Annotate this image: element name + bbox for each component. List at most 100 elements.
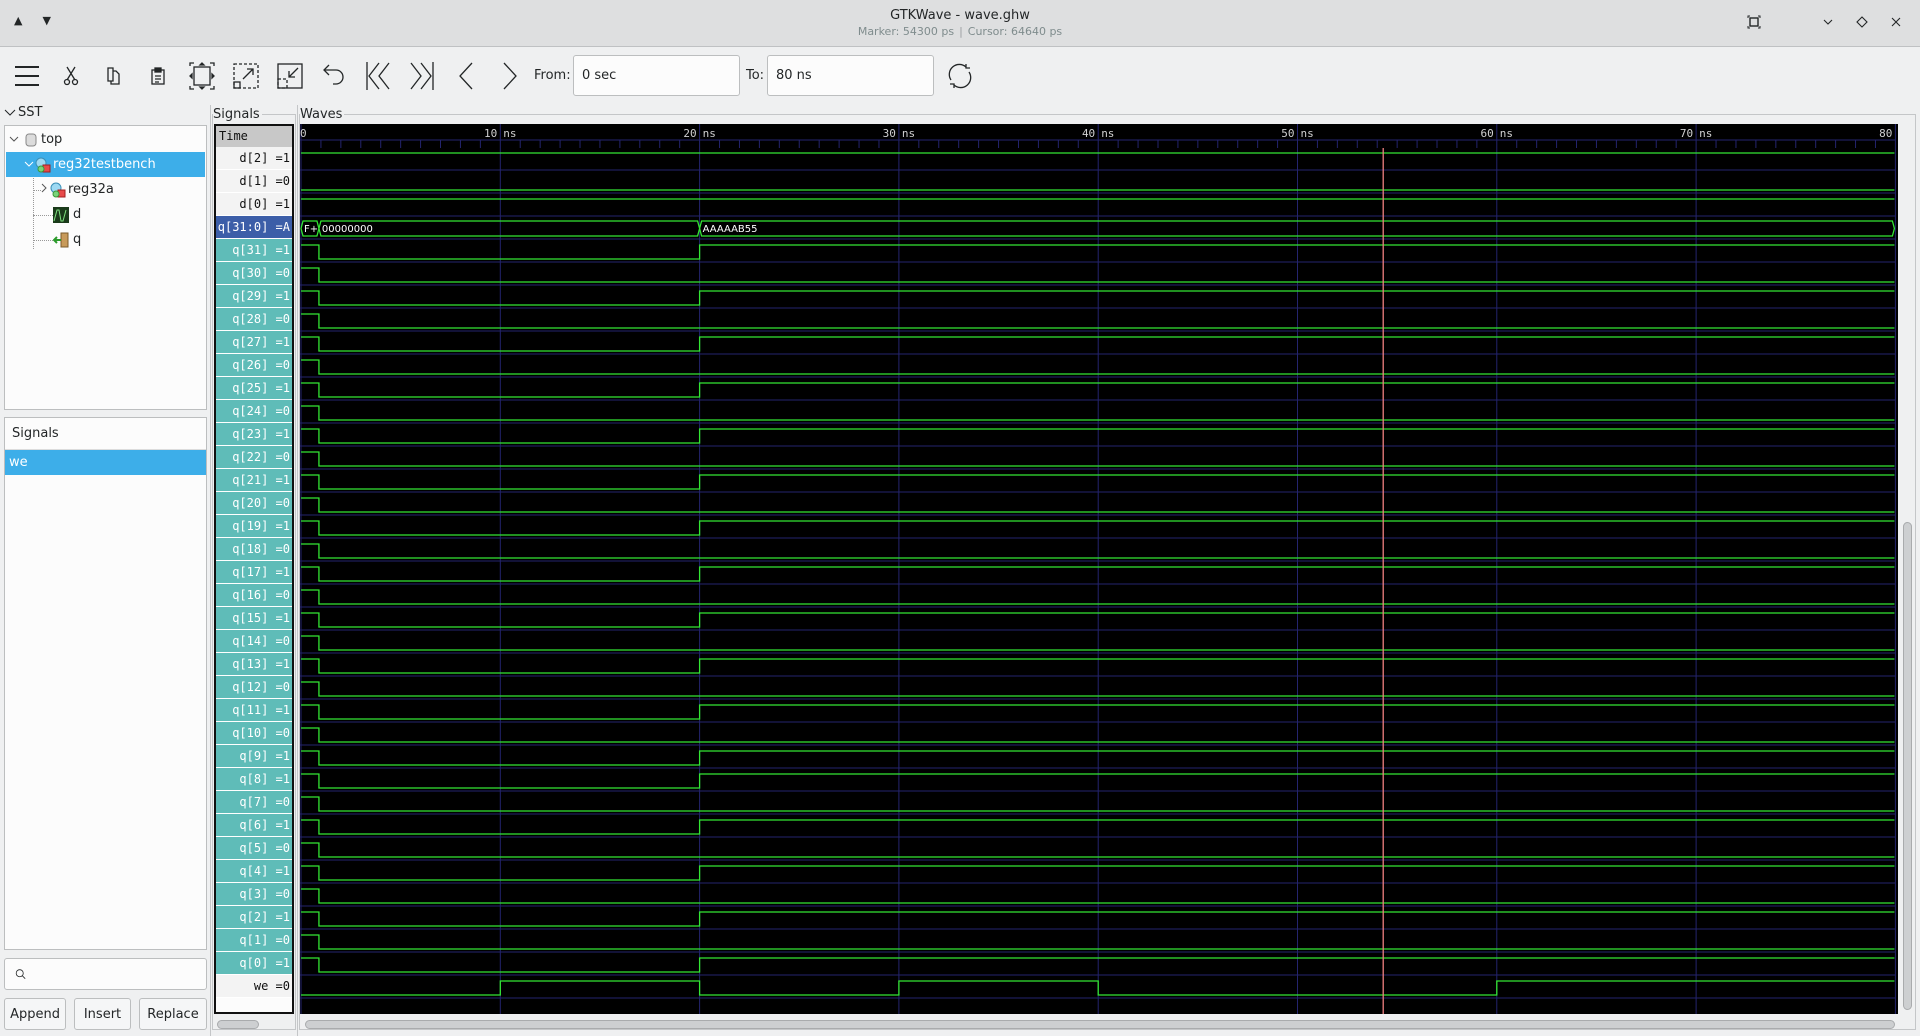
ruler-tick-label: 40 [1082, 127, 1095, 140]
signal-name-row[interactable]: q[30] =0 [216, 262, 292, 285]
tree-item-d[interactable]: d [6, 202, 205, 227]
sst-expander[interactable]: SST [4, 105, 42, 120]
signal-trace [301, 428, 1895, 444]
signal-name-row[interactable]: q[23] =1 [216, 423, 292, 446]
ruler-tick-label: 60 [1481, 127, 1494, 140]
signal-name-row[interactable]: q[15] =1 [216, 607, 292, 630]
chevron-down-icon[interactable] [8, 133, 20, 146]
signal-name-row[interactable]: q[16] =0 [216, 584, 292, 607]
signal-trace [301, 267, 1895, 283]
signal-name-row[interactable]: q[22] =0 [216, 446, 292, 469]
waves-vscrollbar[interactable] [1903, 522, 1912, 1010]
signal-name-row[interactable]: q[3] =0 [216, 883, 292, 906]
signal-name-row[interactable]: q[29] =1 [216, 285, 292, 308]
ruler-tick-label: 80 [1879, 127, 1892, 140]
signal-search[interactable] [4, 958, 207, 990]
waveform-canvas[interactable]: 010ns20ns30ns40ns50ns60ns70ns80nF+000000… [300, 124, 1898, 1014]
signal-trace [301, 313, 1895, 329]
tree-item-label: reg32testbench [53, 157, 156, 172]
close-icon[interactable] [1888, 14, 1904, 30]
signals-hscrollbar[interactable] [217, 1020, 259, 1029]
signal-name-row[interactable]: q[11] =1 [216, 699, 292, 722]
tree-item-top[interactable]: top [6, 127, 205, 152]
chevron-down-icon[interactable] [23, 158, 35, 171]
signal-name-row[interactable]: q[31:0] =A [216, 216, 292, 239]
next-icon[interactable] [494, 60, 526, 92]
signal-name-row[interactable]: d[0] =1 [216, 193, 292, 216]
signal-name-row[interactable]: q[10] =0 [216, 722, 292, 745]
signal-list-item-we[interactable]: we [5, 450, 206, 475]
signal-name-row[interactable]: q[19] =1 [216, 515, 292, 538]
replace-button[interactable]: Replace [139, 998, 207, 1030]
signals-waves-splitter[interactable] [297, 105, 298, 1036]
bus-value-label: 00000000 [322, 224, 373, 235]
sst-splitter[interactable] [210, 105, 211, 1036]
reload-icon[interactable] [944, 60, 976, 92]
signal-name-row[interactable]: we =0 [216, 975, 292, 998]
zoom-fit-icon[interactable] [186, 60, 218, 92]
maximize-icon[interactable] [1854, 14, 1870, 30]
to-time-input[interactable] [767, 55, 934, 96]
chevron-right-icon[interactable] [38, 183, 50, 196]
sst-tree: top reg32testbench reg32a d q [4, 125, 207, 410]
database-icon [23, 132, 39, 148]
tree-item-reg32a[interactable]: reg32a [6, 177, 205, 202]
signal-name-row[interactable]: q[31] =1 [216, 239, 292, 262]
signal-name-row[interactable]: q[13] =1 [216, 653, 292, 676]
signal-name-row[interactable]: q[5] =0 [216, 837, 292, 860]
signal-name-row[interactable]: q[7] =0 [216, 791, 292, 814]
signal-name-row[interactable]: q[1] =0 [216, 929, 292, 952]
signal-name-row[interactable]: q[27] =1 [216, 331, 292, 354]
ruler-tick-label: 10 [484, 127, 497, 140]
signal-trace [301, 612, 1895, 628]
signal-name-row[interactable]: q[24] =0 [216, 400, 292, 423]
signal-name-row[interactable]: q[8] =1 [216, 768, 292, 791]
fullscreen-icon[interactable] [1746, 14, 1762, 30]
signal-trace [301, 474, 1895, 490]
signal-name-row[interactable]: q[21] =1 [216, 469, 292, 492]
signal-name-row[interactable]: q[6] =1 [216, 814, 292, 837]
signal-name-row[interactable]: q[9] =1 [216, 745, 292, 768]
signal-list: Signals we [4, 417, 207, 950]
zoom-in-icon[interactable] [230, 60, 262, 92]
signal-name-row[interactable]: q[25] =1 [216, 377, 292, 400]
signal-name-row[interactable]: q[26] =0 [216, 354, 292, 377]
insert-button[interactable]: Insert [74, 998, 131, 1030]
signal-name-row[interactable]: q[4] =1 [216, 860, 292, 883]
signal-name-row[interactable]: d[2] =1 [216, 147, 292, 170]
to-label: To: [746, 68, 765, 83]
signal-name-row[interactable]: q[28] =0 [216, 308, 292, 331]
signal-name-row[interactable]: q[12] =0 [216, 676, 292, 699]
previous-icon[interactable] [450, 60, 482, 92]
append-button[interactable]: Append [4, 998, 66, 1030]
signal-trace [301, 451, 1895, 467]
tree-item-q[interactable]: q [6, 227, 205, 252]
bus-segment [318, 220, 701, 237]
tree-item-label: reg32a [68, 182, 114, 197]
tree-item-reg32testbench[interactable]: reg32testbench [6, 152, 205, 177]
waves-hscrollbar[interactable] [305, 1020, 1895, 1029]
signal-name-row[interactable]: q[14] =0 [216, 630, 292, 653]
signal-name-row[interactable]: q[0] =1 [216, 952, 292, 975]
zoom-out-icon[interactable] [274, 60, 306, 92]
signal-name-row[interactable]: q[2] =1 [216, 906, 292, 929]
tree-item-label: top [41, 132, 63, 147]
ruler-tick-label: 20 [683, 127, 696, 140]
signal-trace [301, 773, 1895, 789]
paste-icon[interactable] [142, 60, 174, 92]
minimize-icon[interactable] [1820, 14, 1836, 30]
undo-icon[interactable] [318, 60, 350, 92]
search-input[interactable] [32, 965, 206, 983]
signal-name-row[interactable]: q[18] =0 [216, 538, 292, 561]
copy-icon[interactable] [98, 60, 130, 92]
from-time-input[interactable] [573, 55, 740, 96]
cut-icon[interactable] [55, 60, 87, 92]
jump-to-end-icon[interactable] [406, 60, 438, 92]
signal-name-row[interactable]: q[17] =1 [216, 561, 292, 584]
signal-name-row[interactable]: q[20] =0 [216, 492, 292, 515]
jump-to-start-icon[interactable] [362, 60, 394, 92]
separator: | [959, 25, 963, 38]
signal-name-row[interactable]: d[1] =0 [216, 170, 292, 193]
waveform-pane[interactable]: 010ns20ns30ns40ns50ns60ns70ns80nF+000000… [300, 124, 1898, 1014]
hamburger-menu-icon[interactable] [11, 60, 43, 92]
